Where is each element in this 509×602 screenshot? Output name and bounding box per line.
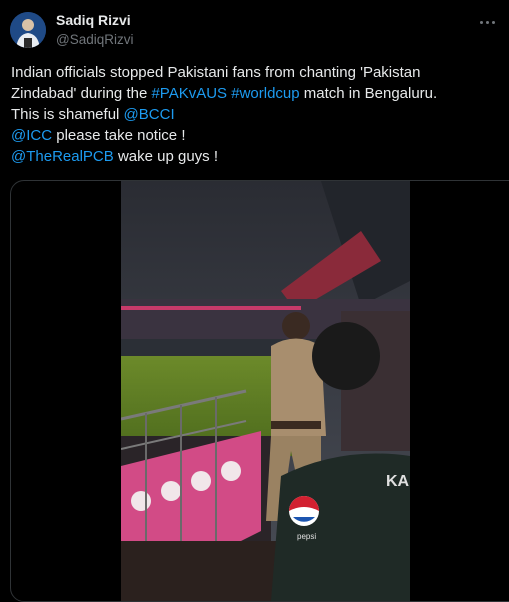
tweet-line-4: @ICC please take notice ! xyxy=(11,125,499,146)
media-container[interactable]: pepsi KA xyxy=(10,180,509,602)
tweet-line-3: This is shameful @BCCI xyxy=(11,104,499,125)
mention-icc[interactable]: @ICC xyxy=(11,127,52,144)
mention-therealpcb[interactable]: @TheRealPCB xyxy=(11,148,114,165)
tweet-line-5: @TheRealPCB wake up guys ! xyxy=(11,146,499,167)
tweet-line-2: Zindabad' during the #PAKvAUS #worldcup … xyxy=(11,83,499,104)
text-segment: This is shameful xyxy=(11,106,124,123)
text-segment: match in Bengaluru. xyxy=(299,85,438,102)
video-player[interactable]: pepsi KA xyxy=(121,181,410,601)
jersey-brand: pepsi xyxy=(297,532,316,541)
tweet-text: Indian officials stopped Pakistani fans … xyxy=(11,62,499,167)
more-options-icon[interactable] xyxy=(477,16,497,28)
text-segment: wake up guys ! xyxy=(113,148,219,165)
text-segment: Zindabad' during the xyxy=(11,85,152,102)
tweet-line-1: Indian officials stopped Pakistani fans … xyxy=(11,64,421,81)
author-name[interactable]: Sadiq Rizvi xyxy=(56,12,131,28)
video-frame: pepsi KA xyxy=(121,181,410,601)
hashtag-worldcup[interactable]: #worldcup xyxy=(231,85,299,102)
hashtag-pakvaus[interactable]: #PAKvAUS xyxy=(151,85,227,102)
mention-bcci[interactable]: @BCCI xyxy=(124,106,175,123)
text-segment: please take notice ! xyxy=(52,127,186,144)
jersey-text: KA xyxy=(386,473,410,490)
author-handle[interactable]: @SadiqRizvi xyxy=(56,32,133,47)
avatar[interactable] xyxy=(10,12,46,48)
